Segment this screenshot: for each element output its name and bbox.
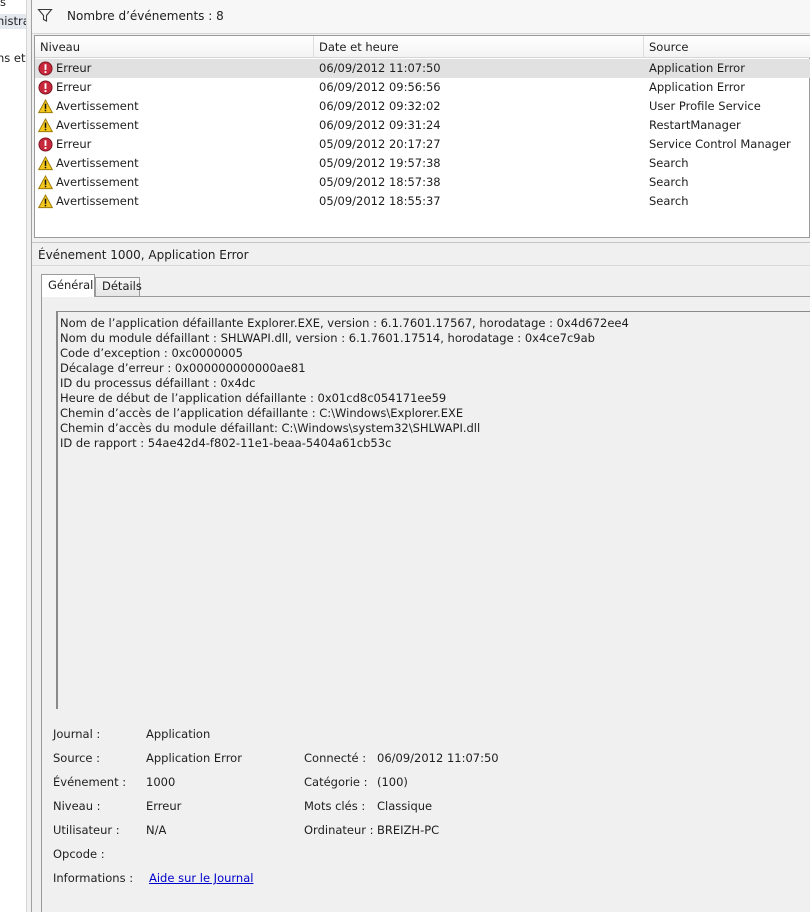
description-line: Chemin d’accès de l’application défailla… [60, 406, 464, 420]
cell-source: Search [649, 156, 689, 170]
cell-source: User Profile Service [649, 99, 761, 113]
informations-label: Informations : [53, 871, 134, 885]
journal-label: Journal : [53, 727, 101, 741]
evenement-label: Événement : [53, 775, 127, 789]
nav-item-text[interactable]: nistra [0, 14, 26, 28]
table-row[interactable]: Avertissement 06/09/2012 09:31:24 RestartM… [35, 116, 810, 135]
connecte-label: Connecté : [304, 751, 367, 765]
description-line: ID du processus défaillant : 0x4dc [60, 376, 256, 390]
motscles-value: Classique [377, 799, 433, 813]
motscles-label: Mots clés : [304, 799, 366, 813]
event-detail-title: Événement 1000, Application Error [38, 248, 249, 262]
cell-level: Avertissement [56, 194, 139, 208]
filter-bar: Nombre d’événements : 8 [32, 0, 810, 34]
cell-source: Application Error [649, 61, 745, 75]
cell-datetime: 06/09/2012 09:31:24 [319, 118, 441, 132]
evenement-value: 1000 [146, 775, 176, 789]
events-table: Niveau Date et heure Source Erreur 06/09/… [34, 35, 810, 238]
description-line: ID de rapport : 54ae42d4-f802-11e1-beaa-… [60, 436, 392, 450]
filter-icon[interactable] [37, 7, 53, 23]
description-line: Nom de l’application défaillante Explore… [60, 316, 629, 330]
categorie-value: (100) [377, 775, 408, 789]
warning-icon [38, 99, 53, 114]
cell-level: Avertissement [56, 99, 139, 113]
help-link[interactable]: Aide sur le Journal [149, 871, 253, 885]
event-count-label: Nombre d’événements : 8 [67, 9, 224, 23]
cell-datetime: 05/09/2012 18:57:38 [319, 175, 441, 189]
cell-level: Erreur [56, 80, 92, 94]
cell-source: Service Control Manager [649, 137, 791, 151]
cell-level: Avertissement [56, 118, 139, 132]
connecte-value: 06/09/2012 11:07:50 [377, 751, 499, 765]
navigation-pane: s nistra ns et [0, 0, 27, 912]
column-header-niveau[interactable]: Niveau [35, 36, 314, 58]
cell-level: Erreur [56, 137, 92, 151]
cell-source: Search [649, 175, 689, 189]
utilisateur-value: N/A [146, 823, 167, 837]
source-label: Source : [53, 751, 101, 765]
cell-level: Avertissement [56, 156, 139, 170]
ordinateur-label: Ordinateur : [304, 823, 374, 837]
description-line: Code d’exception : 0xc0000005 [60, 346, 243, 360]
utilisateur-label: Utilisateur : [53, 823, 120, 837]
column-header-source[interactable]: Source [644, 36, 810, 58]
journal-value: Application [146, 727, 211, 741]
detail-header: Événement 1000, Application Error [32, 242, 810, 266]
warning-icon [38, 175, 53, 190]
cell-level: Avertissement [56, 175, 139, 189]
cell-datetime: 05/09/2012 19:57:38 [319, 156, 441, 170]
niveau-value: Erreur [146, 799, 182, 813]
opcode-label: Opcode : [53, 847, 105, 861]
column-header-date[interactable]: Date et heure [314, 36, 644, 58]
event-viewer-main: Nombre d’événements : 8 Niveau Date et h… [32, 0, 810, 912]
cell-level: Erreur [56, 61, 92, 75]
ordinateur-value: BREIZH-PC [377, 823, 440, 837]
niveau-label: Niveau : [53, 799, 101, 813]
source-value: Application Error [146, 751, 242, 765]
cell-datetime: 05/09/2012 18:55:37 [319, 194, 441, 208]
table-row[interactable]: Erreur 06/09/2012 11:07:50 Application Err… [35, 59, 810, 78]
nav-item-text[interactable]: ns et [0, 51, 26, 65]
cell-source: Application Error [649, 80, 745, 94]
cell-datetime: 05/09/2012 20:17:27 [319, 137, 441, 151]
table-row[interactable]: Erreur 06/09/2012 09:56:56 Application Err… [35, 78, 810, 97]
tab-general[interactable]: Général [41, 274, 95, 297]
warning-icon [38, 194, 53, 209]
warning-icon [38, 156, 53, 171]
cell-datetime: 06/09/2012 09:56:56 [319, 80, 441, 94]
description-line: Heure de début de l’application défailla… [60, 391, 447, 405]
error-icon [38, 80, 53, 95]
event-description[interactable]: Nom de l’application défaillante Explore… [56, 311, 810, 709]
table-row[interactable]: Avertissement 05/09/2012 18:55:37 Search [35, 192, 810, 211]
cell-datetime: 06/09/2012 11:07:50 [319, 61, 441, 75]
cell-source: RestartManager [649, 118, 741, 132]
table-row[interactable]: Erreur 05/09/2012 20:17:27 Service Control… [35, 135, 810, 154]
description-line: Chemin d’accès du module défaillant: C:\… [60, 421, 481, 435]
warning-icon [38, 118, 53, 133]
tab-details[interactable]: Détails [95, 277, 142, 296]
table-header: Niveau Date et heure Source [35, 36, 810, 58]
description-line: Décalage d’erreur : 0x000000000000ae81 [60, 361, 306, 375]
error-icon [38, 61, 53, 76]
cell-datetime: 06/09/2012 09:32:02 [319, 99, 441, 113]
table-row[interactable]: Avertissement 06/09/2012 09:32:02 User Pro… [35, 97, 810, 116]
description-line: Nom du module défaillant : SHLWAPI.dll, … [60, 331, 595, 345]
nav-item-text[interactable]: s [0, 0, 6, 9]
table-row[interactable]: Avertissement 05/09/2012 19:57:38 Search [35, 154, 810, 173]
cell-source: Search [649, 194, 689, 208]
error-icon [38, 137, 53, 152]
categorie-label: Catégorie : [304, 775, 368, 789]
table-row[interactable]: Avertissement 05/09/2012 18:57:38 Search [35, 173, 810, 192]
